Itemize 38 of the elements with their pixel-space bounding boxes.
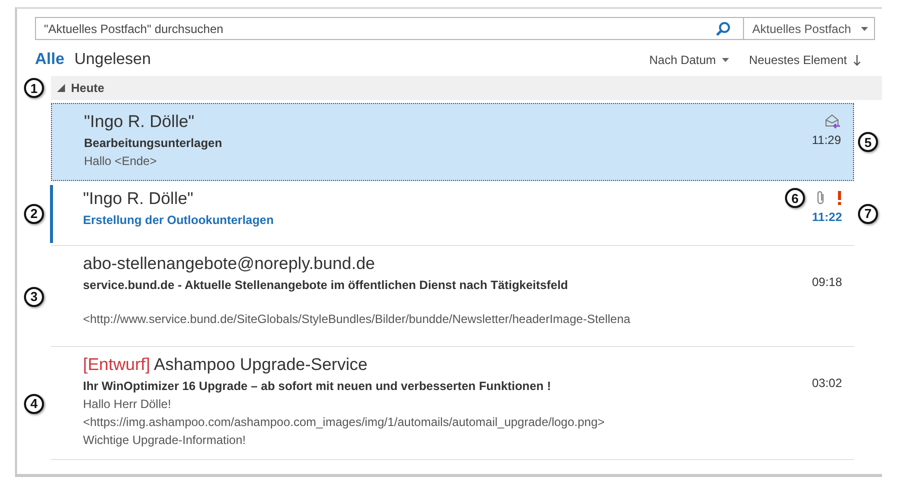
sort-by-dropdown[interactable]: Nach Datum (649, 53, 729, 67)
triangle-icon[interactable] (57, 84, 65, 92)
mail-preview: <https://img.ashampoo.com/ashampoo.com_images/img/1/automails/automail_upgrade/logo.png> (83, 414, 606, 431)
callout-marker: 2 (24, 204, 44, 224)
mail-sender: "Ingo R. Dölle" (83, 188, 194, 210)
mail-preview: Hallo <Ende> (84, 153, 158, 170)
callout-marker: 5 (858, 132, 878, 152)
filter-tab[interactable]: Ungelesen (74, 51, 161, 69)
down-arrow-icon (853, 54, 861, 66)
mail-preview: <http://www.service.bund.de/SiteGlobals/StyleBundles/Bilder/bundde/Newsletter/headerImage-Stellena (83, 311, 632, 328)
filter-tab[interactable]: Alle (35, 51, 74, 69)
mail-time: 09:18 (812, 274, 842, 291)
callout-marker: 6 (785, 188, 805, 208)
mail-item[interactable]: "Ingo R. Dölle" Erstellung der Outlookunterlagen 6 11:22 (51, 181, 854, 246)
callout-marker: 7 (858, 204, 878, 224)
mail-time: 11:22 (812, 209, 842, 226)
mail-item[interactable]: "Ingo R. Dölle" Bearbeitungsunterlagen Hallo <Ende> 11:29 (51, 103, 854, 181)
mail-sender: abo-stellenangebote@noreply.bund.de (83, 253, 376, 275)
mail-subject: Bearbeitungsunterlagen (84, 135, 224, 152)
mail-subject: Ihr WinOptimizer 16 Upgrade – ab sofort mit neuen und verbesserten Funktionen ! (83, 378, 552, 395)
sort-order-button[interactable]: Neuestes Element (748, 53, 861, 67)
mail-preview: Hallo Herr Dölle! (83, 396, 172, 413)
mail-time: 11:29 (812, 132, 841, 149)
mail-subject: Erstellung der Outlookunterlagen (83, 212, 275, 229)
mail-sender: [Entwurf] Ashampoo Upgrade-Service (83, 354, 368, 376)
group-header[interactable]: Heute (51, 76, 882, 100)
mail-preview: Wichtige Upgrade-Information! (83, 432, 247, 449)
callout-marker: 3 (24, 286, 44, 306)
search-field[interactable]: "Aktuelles Postfach" durchsuchen Aktuelles Postfach (35, 17, 875, 40)
callout-marker: 4 (24, 394, 44, 414)
callout-marker: 1 (24, 78, 44, 98)
group-label: Heute (71, 81, 104, 95)
caret-icon (722, 58, 729, 62)
mail-subject: service.bund.de - Aktuelle Stellenangebote im öffentlichen Dienst nach Tätigkeitsfeld (83, 277, 569, 294)
mail-sender: "Ingo R. Dölle" (84, 111, 196, 133)
mail-time: 03:02 (812, 375, 842, 392)
search-icon[interactable] (715, 20, 732, 36)
caret-icon (861, 26, 868, 30)
